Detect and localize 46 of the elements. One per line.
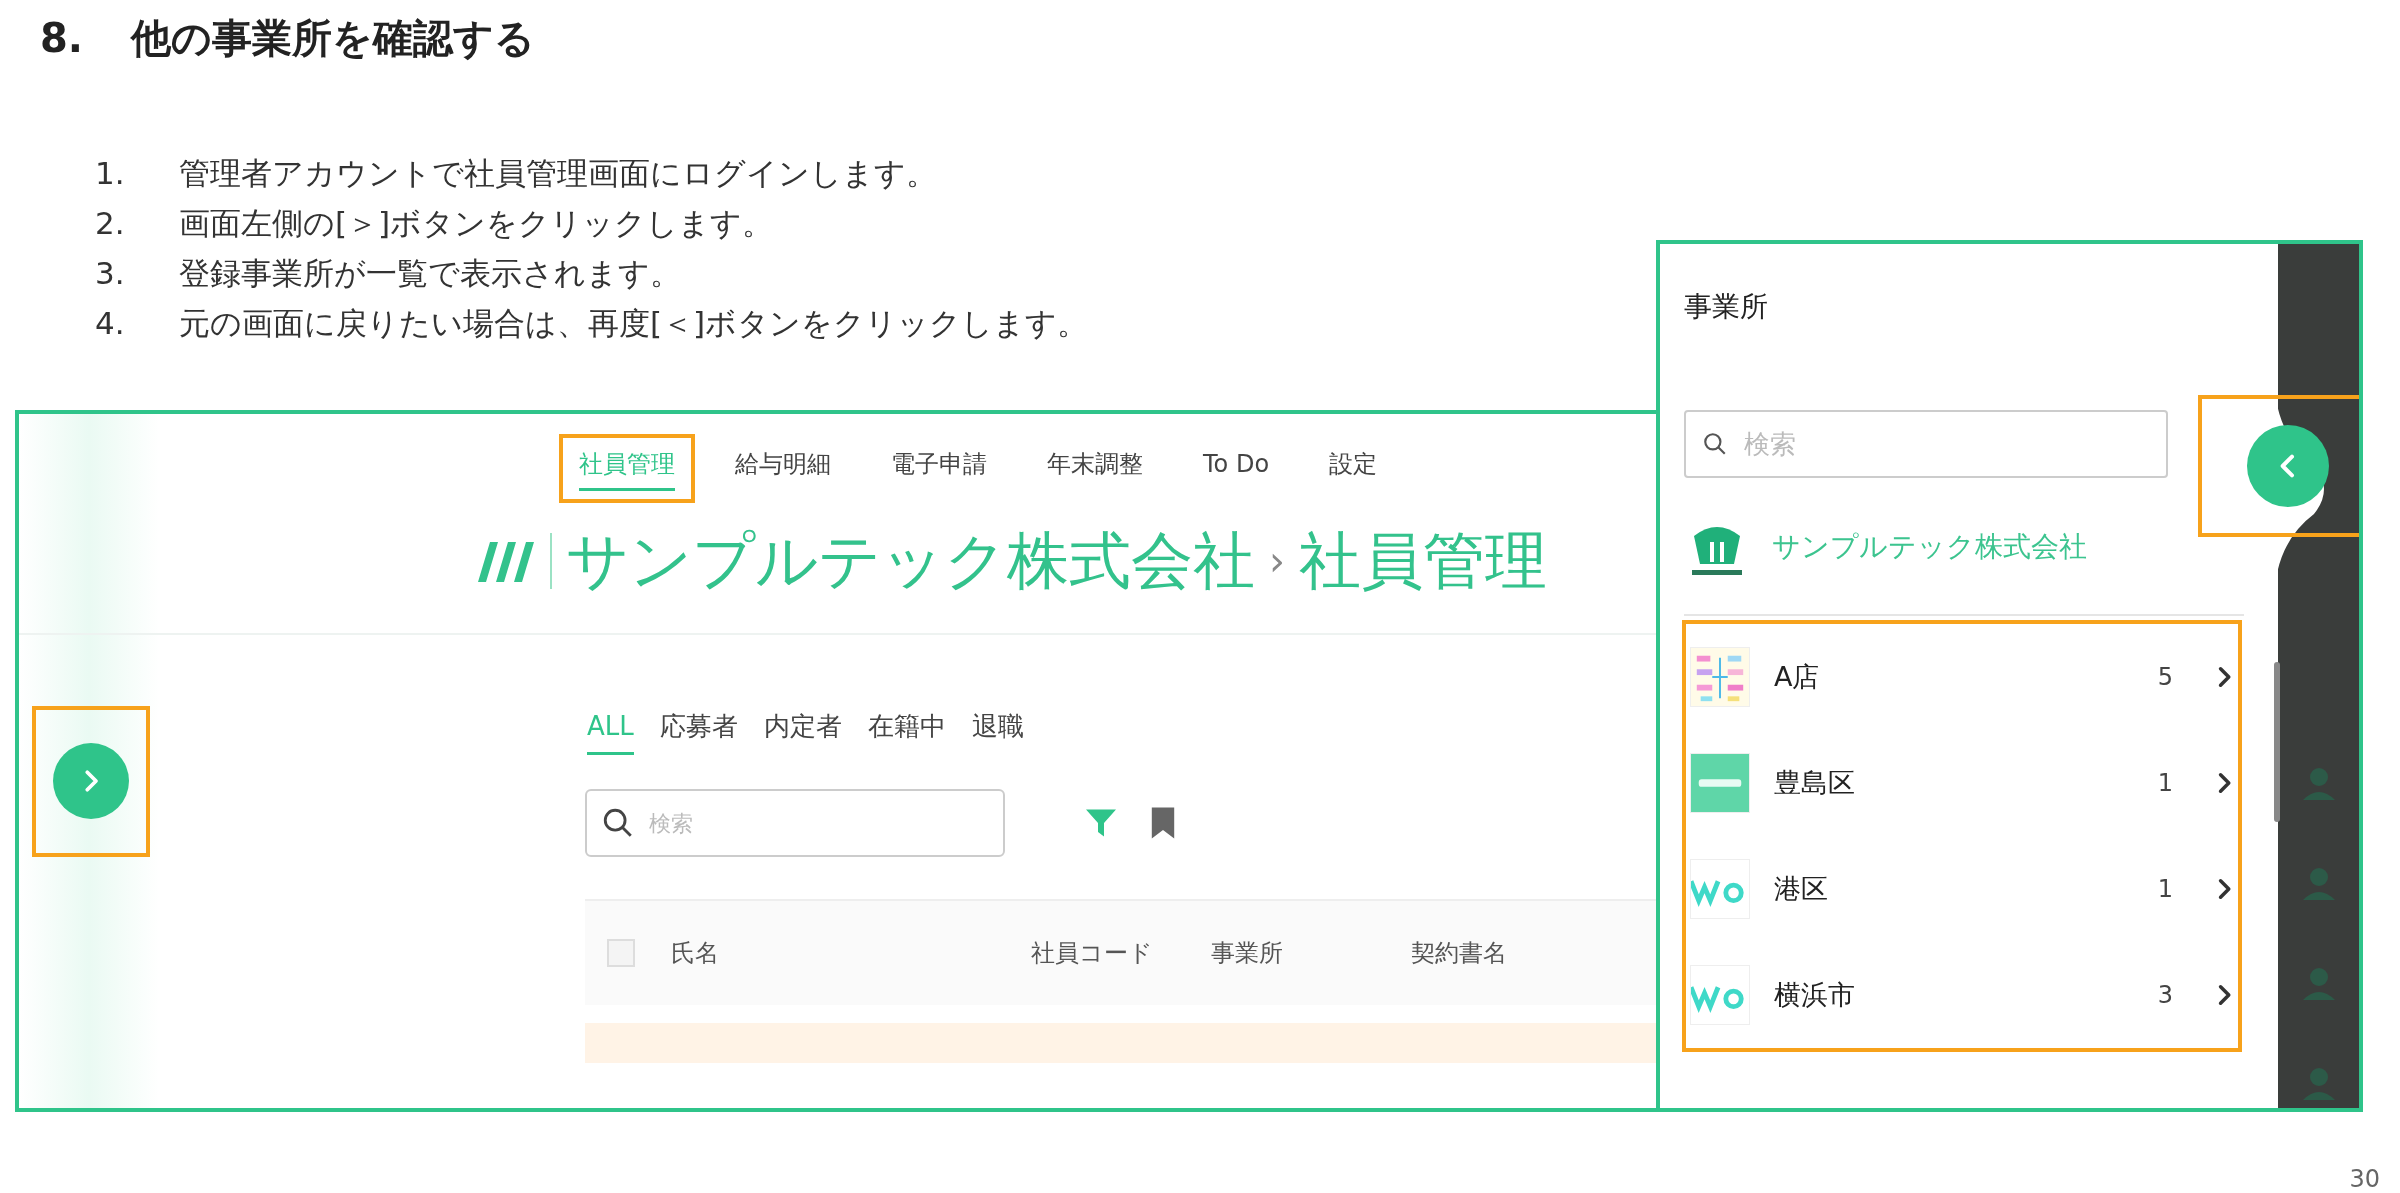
step-text: 管理者アカウントで社員管理画面にログインします。 — [179, 154, 937, 193]
status-tab[interactable]: 内定者 — [763, 707, 842, 755]
step-number: 1. — [95, 154, 126, 193]
step-text: 元の画面に戻りたい場合は、再度[＜]ボタンをクリックします。 — [179, 304, 1089, 343]
step-text: 登録事業所が一覧で表示されます。 — [179, 254, 681, 293]
status-tab[interactable]: 応募者 — [659, 707, 738, 755]
step-number: 4. — [95, 304, 126, 343]
search-icon — [1702, 431, 1728, 457]
column-header: 氏名 — [671, 938, 720, 969]
page-title: 社員管理 — [1299, 523, 1547, 599]
section-number: 8. — [40, 14, 84, 63]
office-item[interactable]: 港区 1 — [1686, 836, 2238, 942]
office-name: 豊島区 — [1774, 765, 1856, 800]
office-item[interactable]: A店 5 — [1686, 624, 2238, 730]
checkbox[interactable] — [607, 939, 635, 967]
step-text: 画面左側の[＞]ボタンをクリックします。 — [179, 204, 774, 243]
employee-count: 3 — [2157, 980, 2174, 1011]
status-tab[interactable]: 退職 — [971, 707, 1024, 755]
employee-count: 1 — [2157, 768, 2174, 799]
column-header: 事業所 — [1211, 938, 1284, 969]
search-field[interactable]: 検索 — [585, 789, 1005, 857]
panel-title: 事業所 — [1684, 289, 1769, 325]
step-number: 3. — [95, 254, 126, 293]
nav-tab[interactable]: To Do — [1203, 446, 1270, 491]
status-tab[interactable]: 在籍中 — [867, 707, 946, 755]
step-number: 2. — [95, 204, 126, 243]
office-item[interactable]: 豊島区 1 — [1686, 730, 2238, 836]
section-title: 他の事業所を確認する — [131, 14, 536, 63]
office-name: 横浜市 — [1774, 977, 1856, 1012]
search-icon — [601, 806, 635, 840]
bookmark-icon[interactable] — [1149, 806, 1177, 840]
employee-count: 5 — [2157, 662, 2174, 693]
column-header: 契約書名 — [1411, 938, 1507, 969]
employee-count: 1 — [2157, 874, 2174, 905]
nav-tab[interactable]: 給与明細 — [735, 446, 831, 491]
office-name: 港区 — [1774, 871, 1829, 906]
office-item[interactable]: 横浜市 3 — [1686, 942, 2238, 1048]
column-header: 社員コード — [1031, 938, 1154, 969]
office-name: A店 — [1774, 659, 1821, 694]
company-name: サンプルテック株式会社 — [566, 523, 1255, 599]
page-number: 30 — [2349, 1164, 2380, 1193]
nav-tab[interactable]: 設定 — [1329, 446, 1378, 491]
search-field[interactable]: 検索 — [1684, 410, 2168, 478]
breadcrumb-separator: › — [1269, 537, 1285, 586]
nav-tab[interactable]: 年末調整 — [1047, 446, 1143, 491]
nav-tab[interactable]: 電子申請 — [891, 446, 987, 491]
